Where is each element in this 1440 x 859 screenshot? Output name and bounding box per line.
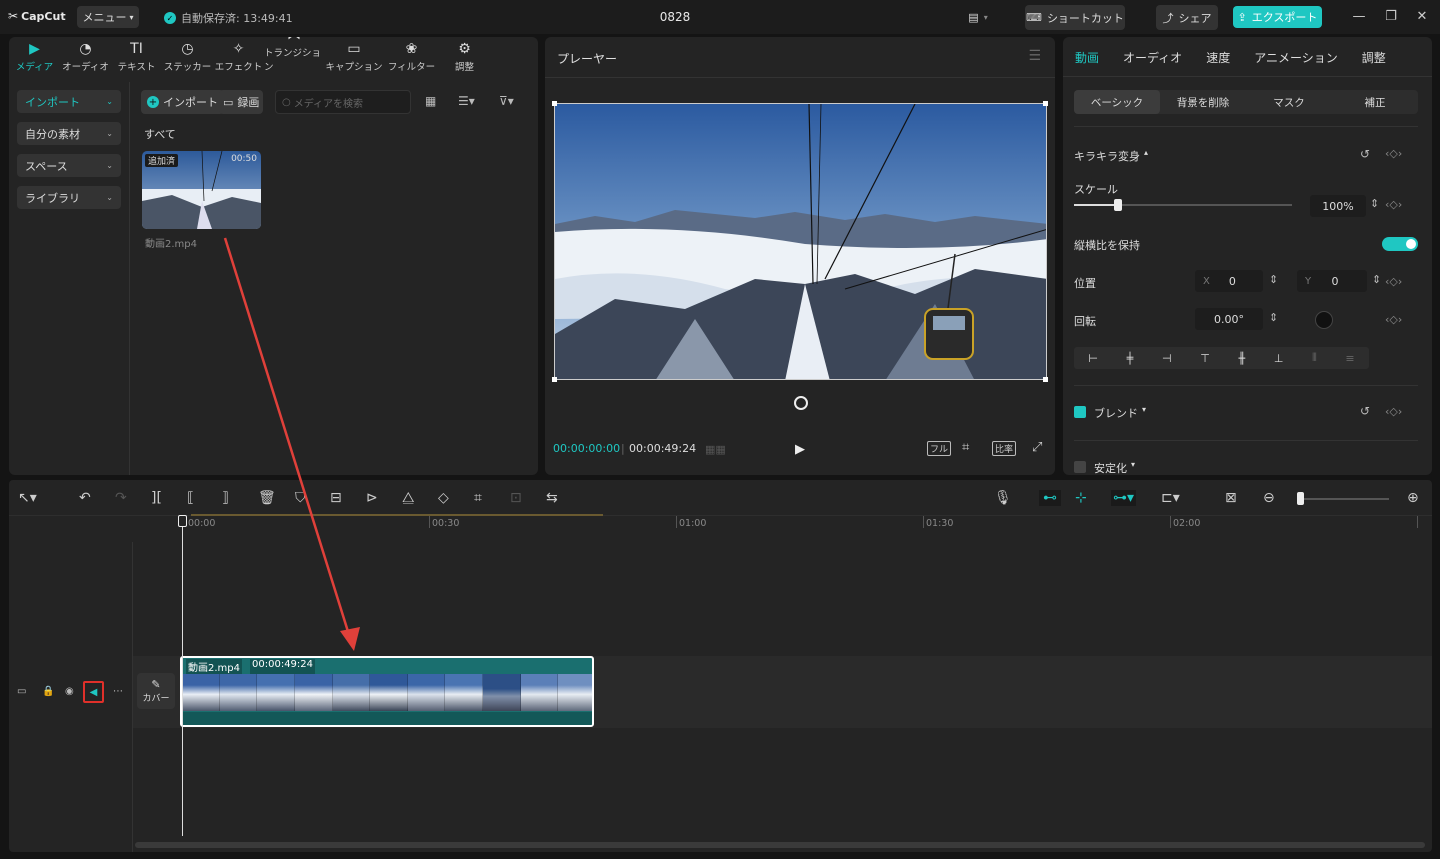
arrow-line <box>223 237 352 639</box>
arrow-head <box>340 627 360 651</box>
drag-arrow-annotation <box>223 237 360 651</box>
